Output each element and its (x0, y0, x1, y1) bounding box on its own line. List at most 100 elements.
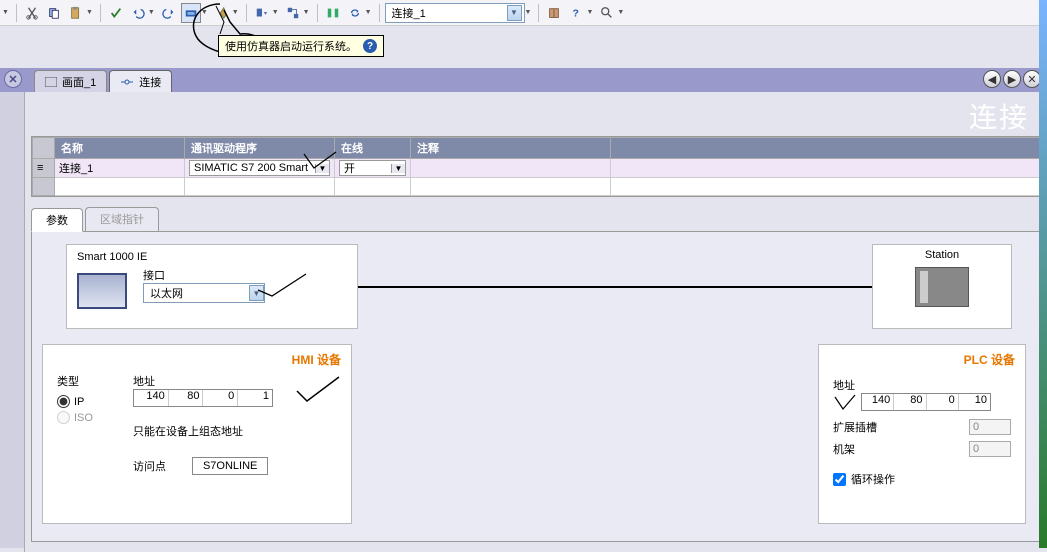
ip-octet[interactable]: 1 (238, 390, 272, 406)
row-handle[interactable]: ≡ (33, 159, 55, 178)
slot-input (969, 419, 1011, 435)
tab-connection[interactable]: 连接 (109, 70, 172, 92)
online-value: 开 (340, 160, 391, 176)
tooltip-text: 使用仿真器启动运行系统。 (225, 38, 357, 54)
dropdown-arrow[interactable]: ▼ (86, 9, 93, 16)
radio-iso-input[interactable] (57, 411, 70, 424)
dropdown-arrow[interactable]: ▼ (201, 9, 208, 16)
ip-octet[interactable]: 0 (203, 390, 238, 406)
plc-icon (915, 267, 969, 307)
chevron-down-icon[interactable]: ▼ (507, 5, 522, 21)
col-online[interactable]: 在线 (335, 138, 411, 159)
hmi-note: 只能在设备上组态地址 (133, 423, 273, 439)
tab-label: 画面_1 (62, 74, 96, 90)
col-comment[interactable]: 注释 (411, 138, 611, 159)
dropdown-arrow[interactable]: ▼ (365, 9, 372, 16)
cell-comment[interactable] (411, 159, 611, 178)
dropdown-arrow[interactable]: ▼ (303, 9, 310, 16)
simulate-icon[interactable] (181, 3, 201, 23)
connection-line (358, 286, 872, 288)
cyclic-checkbox-input[interactable] (833, 473, 846, 486)
rack-label: 机架 (833, 441, 855, 457)
close-panel-button[interactable]: ✕ (4, 70, 22, 88)
hmi-settings-panel: HMI 设备 类型 IP ISO 地址 140 80 0 1 只能在设备上组态地… (42, 344, 352, 524)
ink-annotation (252, 270, 312, 300)
table-row-empty[interactable] (33, 178, 1040, 196)
cell-online[interactable]: 开▼ (335, 159, 411, 178)
svg-text:?: ? (573, 7, 579, 19)
hmi-panel-title: HMI 设备 (292, 351, 341, 368)
dropdown-arrow[interactable]: ▼ (272, 9, 279, 16)
hmi-device-name: Smart 1000 IE (77, 251, 347, 263)
find-icon[interactable] (597, 3, 617, 23)
right-edge-decoration (1039, 0, 1047, 548)
dropdown-arrow[interactable]: ▼ (2, 9, 9, 16)
hmi-ip-input[interactable]: 140 80 0 1 (133, 389, 273, 407)
dropdown-arrow[interactable]: ▼ (148, 9, 155, 16)
col-name[interactable]: 名称 (55, 138, 185, 159)
help-icon[interactable]: ? (566, 3, 586, 23)
dropdown-arrow[interactable]: ▼ (525, 9, 532, 16)
plc-settings-panel: PLC 设备 地址 140 80 0 10 扩展插槽 机 (818, 344, 1026, 524)
connection-combo[interactable]: 连接_1 ▼ (385, 3, 525, 23)
undo-icon[interactable] (128, 3, 148, 23)
download-icon[interactable] (252, 3, 272, 23)
tabs-bar: ✕ 画面_1 连接 ◀ ▶ ✕ (0, 68, 1047, 92)
row-header-handle (33, 138, 55, 159)
left-panel-strip[interactable] (0, 92, 24, 548)
h-align-icon[interactable] (323, 3, 343, 23)
check-icon[interactable] (106, 3, 126, 23)
table-row[interactable]: ≡ 连接_1 SIMATIC S7 200 Smart▼ 开▼ (33, 159, 1040, 178)
plc-ip-input[interactable]: 140 80 0 10 (861, 393, 991, 411)
tab-nav: ◀ ▶ ✕ (983, 70, 1041, 88)
cell-spacer (611, 159, 1040, 178)
slot-label: 扩展插槽 (833, 419, 877, 435)
chevron-down-icon[interactable]: ▼ (391, 164, 405, 173)
broom-icon[interactable] (212, 3, 232, 23)
tooltip-help-icon[interactable]: ? (363, 39, 377, 53)
ip-octet[interactable]: 140 (134, 390, 169, 406)
ip-octet[interactable]: 10 (959, 394, 990, 410)
radio-iso[interactable]: ISO (57, 411, 93, 424)
ip-octet[interactable]: 0 (927, 394, 959, 410)
type-label: 类型 (57, 373, 93, 389)
interface-value: 以太网 (150, 285, 183, 301)
sub-tab-area[interactable]: 区域指针 (85, 207, 159, 231)
cut-icon[interactable] (22, 3, 42, 23)
hmi-device-box: Smart 1000 IE 接口 以太网 ▼ (66, 244, 358, 329)
access-point-label: 访问点 (133, 458, 166, 474)
station-box: Station (872, 244, 1012, 329)
cell-name[interactable]: 连接_1 (55, 159, 185, 178)
paste-icon[interactable] (66, 3, 86, 23)
dropdown-arrow[interactable]: ▼ (232, 9, 239, 16)
ip-octet[interactable]: 80 (894, 394, 926, 410)
sync-icon[interactable] (345, 3, 365, 23)
radio-iso-label: ISO (74, 412, 93, 424)
param-panel: Smart 1000 IE 接口 以太网 ▼ Station HMI 设备 (31, 232, 1041, 542)
ip-octet[interactable]: 140 (862, 394, 894, 410)
interface-label: 接口 (143, 267, 265, 283)
workspace: 连接 名称 通讯驱动程序 在线 注释 ≡ 连接_1 SIMATIC S7 200… (24, 92, 1047, 552)
redo-icon[interactable] (159, 3, 179, 23)
plc-panel-title: PLC 设备 (964, 351, 1015, 368)
copy-icon[interactable] (44, 3, 64, 23)
radio-ip-input[interactable] (57, 395, 70, 408)
tab-prev-button[interactable]: ◀ (983, 70, 1001, 88)
access-point-value[interactable]: S7ONLINE (192, 457, 268, 475)
sub-tab-params[interactable]: 参数 (31, 208, 83, 232)
cyclic-checkbox[interactable]: 循环操作 (833, 471, 1011, 487)
page-title: 连接 (969, 96, 1029, 136)
col-spacer (611, 138, 1040, 159)
transfer-icon[interactable] (283, 3, 303, 23)
tab-screen[interactable]: 画面_1 (34, 70, 107, 92)
book-icon[interactable] (544, 3, 564, 23)
dropdown-arrow[interactable]: ▼ (617, 9, 624, 16)
interface-combo[interactable]: 以太网 ▼ (143, 283, 265, 303)
hmi-addr-label: 地址 (133, 373, 273, 389)
ip-octet[interactable]: 80 (169, 390, 204, 406)
ink-annotation (293, 373, 343, 407)
radio-ip[interactable]: IP (57, 395, 93, 408)
screen-icon (45, 77, 57, 87)
dropdown-arrow[interactable]: ▼ (586, 9, 593, 16)
tab-next-button[interactable]: ▶ (1003, 70, 1021, 88)
